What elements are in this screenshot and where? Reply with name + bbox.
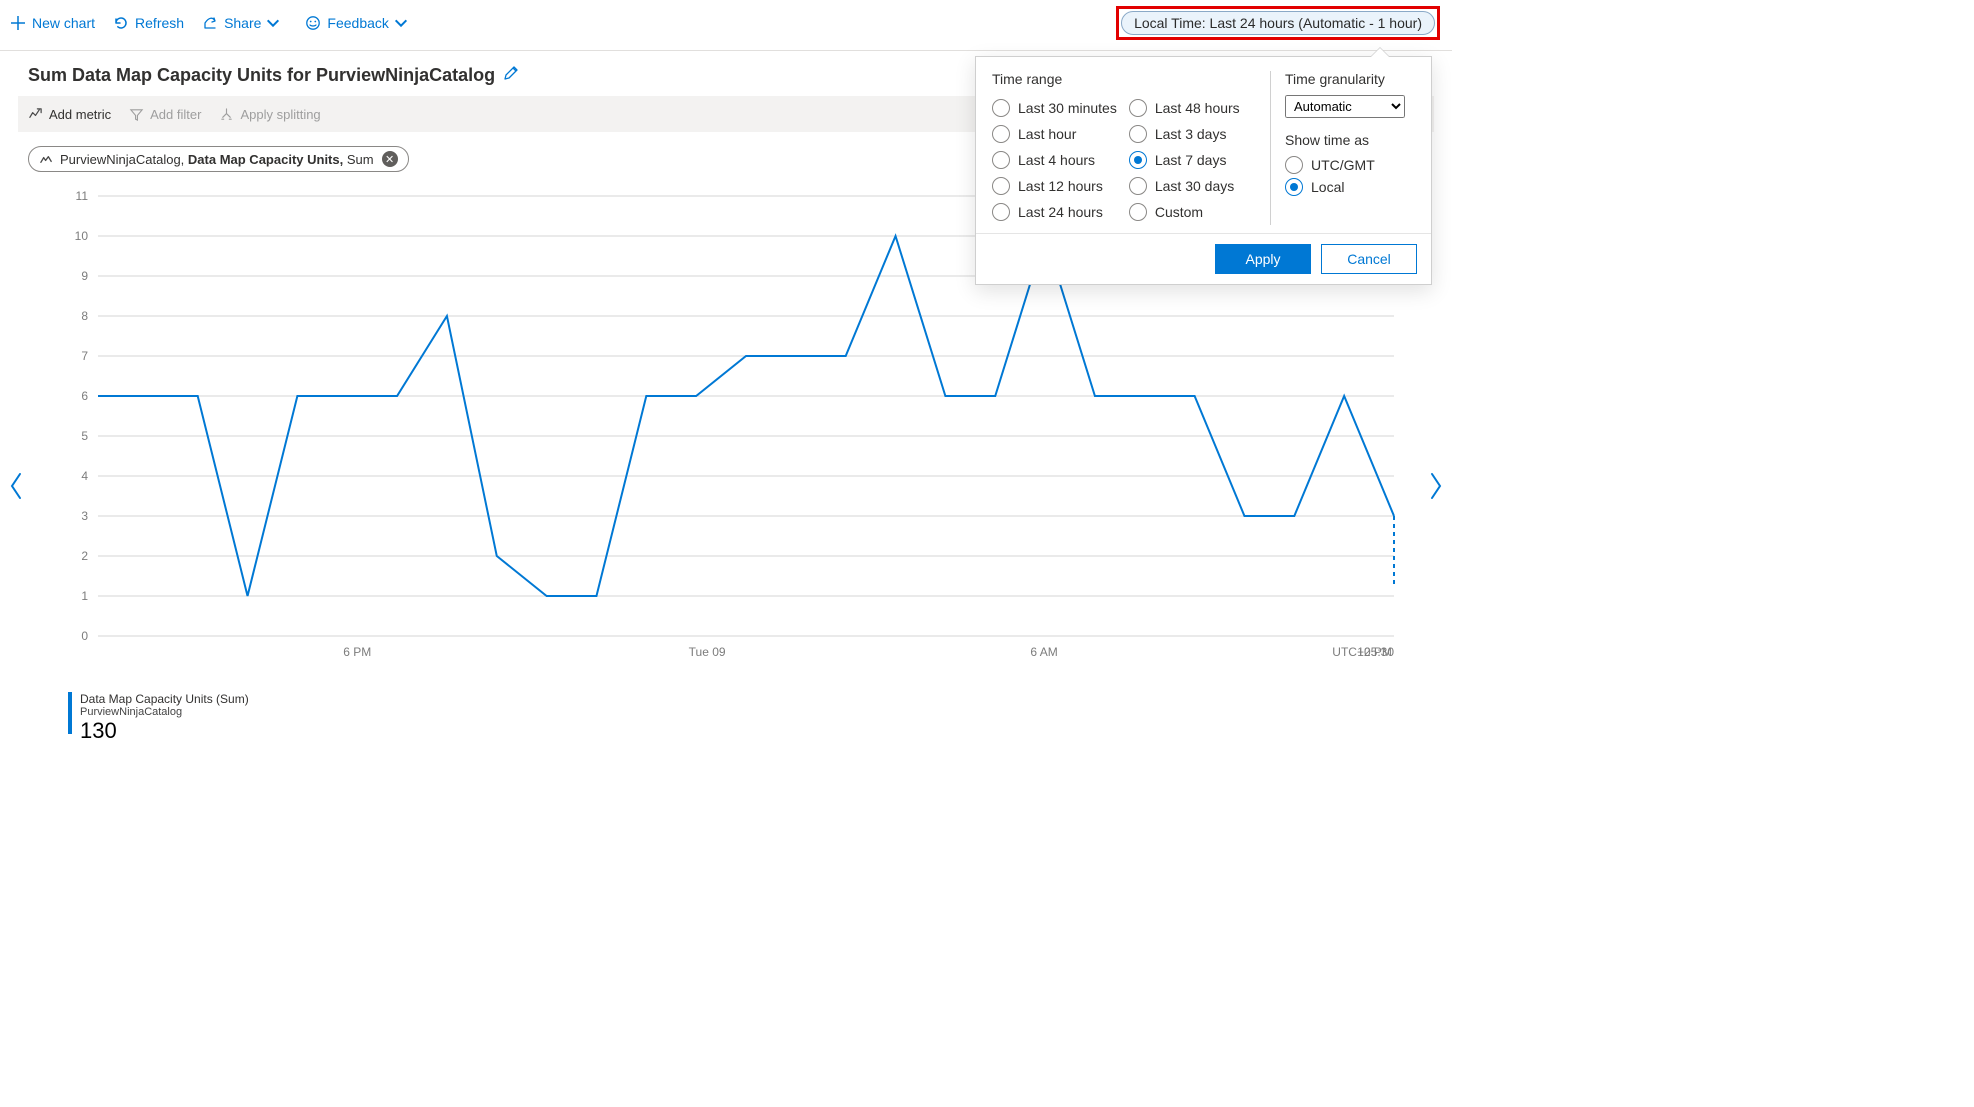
time-range-option-label: Last 7 days xyxy=(1155,152,1227,168)
show-time-option-label: UTC/GMT xyxy=(1311,157,1375,173)
show-time-option[interactable]: UTC/GMT xyxy=(1285,156,1415,174)
show-time-options: UTC/GMT Local xyxy=(1285,156,1415,196)
share-button[interactable]: Share xyxy=(202,15,287,31)
filter-icon xyxy=(129,107,144,122)
chip-metric: Data Map Capacity Units, xyxy=(188,152,343,167)
time-range-option-label: Custom xyxy=(1155,204,1203,220)
next-chart-button[interactable] xyxy=(1428,472,1444,505)
time-range-option-label: Last 4 hours xyxy=(1018,152,1095,168)
time-range-option-label: Last 3 days xyxy=(1155,126,1227,142)
feedback-button[interactable]: Feedback xyxy=(305,15,414,31)
add-metric-button[interactable]: Add metric xyxy=(28,107,111,122)
svg-text:UTC+05:30: UTC+05:30 xyxy=(1332,645,1394,659)
prev-chart-button[interactable] xyxy=(8,472,24,505)
add-filter-label: Add filter xyxy=(150,107,201,122)
refresh-icon xyxy=(113,15,129,31)
top-toolbar: New chart Refresh Share Feedback Local T… xyxy=(0,0,1452,51)
edit-title-button[interactable] xyxy=(503,65,519,86)
new-chart-label: New chart xyxy=(32,15,95,31)
svg-text:7: 7 xyxy=(81,349,88,363)
time-range-option[interactable]: Last 3 days xyxy=(1129,125,1240,143)
plus-icon xyxy=(10,15,26,31)
time-range-option[interactable]: Last 7 days xyxy=(1129,151,1240,169)
chip-remove-button[interactable]: ✕ xyxy=(382,151,398,167)
refresh-button[interactable]: Refresh xyxy=(113,15,184,31)
chevron-down-icon xyxy=(265,15,281,31)
svg-text:6 AM: 6 AM xyxy=(1030,645,1057,659)
time-range-option[interactable]: Last 24 hours xyxy=(992,203,1117,221)
legend-color-bar xyxy=(68,692,72,734)
time-range-option-label: Last 30 days xyxy=(1155,178,1234,194)
metric-series-icon xyxy=(39,152,54,167)
time-range-heading: Time range xyxy=(992,71,1256,87)
svg-text:2: 2 xyxy=(81,549,88,563)
apply-splitting-label: Apply splitting xyxy=(240,107,320,122)
show-time-option-label: Local xyxy=(1311,179,1344,195)
time-range-options: Last 30 minutes Last hour Last 4 hours Last… xyxy=(992,95,1256,225)
svg-text:Tue 09: Tue 09 xyxy=(689,645,726,659)
svg-text:11: 11 xyxy=(76,189,89,203)
time-range-option[interactable]: Last 30 days xyxy=(1129,177,1240,195)
svg-text:3: 3 xyxy=(81,509,88,523)
share-icon xyxy=(202,15,218,31)
refresh-label: Refresh xyxy=(135,15,184,31)
share-label: Share xyxy=(224,15,261,31)
chart-title: Sum Data Map Capacity Units for PurviewN… xyxy=(28,65,495,86)
new-chart-button[interactable]: New chart xyxy=(10,15,95,31)
apply-button[interactable]: Apply xyxy=(1215,244,1311,274)
svg-text:4: 4 xyxy=(81,469,88,483)
smiley-icon xyxy=(305,15,321,31)
chevron-down-icon xyxy=(393,15,409,31)
time-range-option-label: Last 24 hours xyxy=(1018,204,1103,220)
time-range-label: Local Time: Last 24 hours (Automatic - 1… xyxy=(1134,15,1422,31)
granularity-select[interactable]: Automatic xyxy=(1285,95,1405,118)
svg-text:8: 8 xyxy=(81,309,88,323)
feedback-label: Feedback xyxy=(327,15,388,31)
time-range-option-label: Last hour xyxy=(1018,126,1076,142)
time-range-popover: Time range Last 30 minutesLast hourLast … xyxy=(975,56,1432,285)
split-icon xyxy=(219,107,234,122)
svg-text:0: 0 xyxy=(81,629,88,643)
chip-agg: Sum xyxy=(347,152,374,167)
cancel-button[interactable]: Cancel xyxy=(1321,244,1417,274)
time-range-option[interactable]: Custom xyxy=(1129,203,1240,221)
metric-chip[interactable]: PurviewNinjaCatalog, Data Map Capacity U… xyxy=(28,146,409,172)
time-range-option[interactable]: Last 4 hours xyxy=(992,151,1117,169)
show-time-heading: Show time as xyxy=(1285,132,1415,148)
svg-text:6: 6 xyxy=(81,389,88,403)
time-range-option[interactable]: Last hour xyxy=(992,125,1117,143)
svg-text:5: 5 xyxy=(81,429,88,443)
apply-splitting-button[interactable]: Apply splitting xyxy=(219,107,320,122)
svg-text:1: 1 xyxy=(81,589,88,603)
time-range-option[interactable]: Last 12 hours xyxy=(992,177,1117,195)
time-range-option-label: Last 12 hours xyxy=(1018,178,1103,194)
legend-value: 130 xyxy=(80,719,249,743)
time-range-highlight: Local Time: Last 24 hours (Automatic - 1… xyxy=(1116,6,1440,40)
show-time-option[interactable]: Local xyxy=(1285,178,1415,196)
time-range-pill[interactable]: Local Time: Last 24 hours (Automatic - 1… xyxy=(1121,11,1435,35)
time-range-option[interactable]: Last 30 minutes xyxy=(992,99,1117,117)
chip-scope: PurviewNinjaCatalog xyxy=(60,152,181,167)
granularity-heading: Time granularity xyxy=(1285,71,1415,87)
add-metric-icon xyxy=(28,107,43,122)
add-metric-label: Add metric xyxy=(49,107,111,122)
time-range-option[interactable]: Last 48 hours xyxy=(1129,99,1240,117)
add-filter-button[interactable]: Add filter xyxy=(129,107,201,122)
time-range-option-label: Last 30 minutes xyxy=(1018,100,1117,116)
chart-legend: Data Map Capacity Units (Sum) PurviewNin… xyxy=(68,692,1452,743)
time-range-option-label: Last 48 hours xyxy=(1155,100,1240,116)
svg-text:6 PM: 6 PM xyxy=(343,645,371,659)
svg-text:9: 9 xyxy=(81,269,88,283)
pencil-icon xyxy=(503,65,519,81)
legend-series-name: Data Map Capacity Units (Sum) xyxy=(80,692,249,706)
svg-text:10: 10 xyxy=(75,229,89,243)
